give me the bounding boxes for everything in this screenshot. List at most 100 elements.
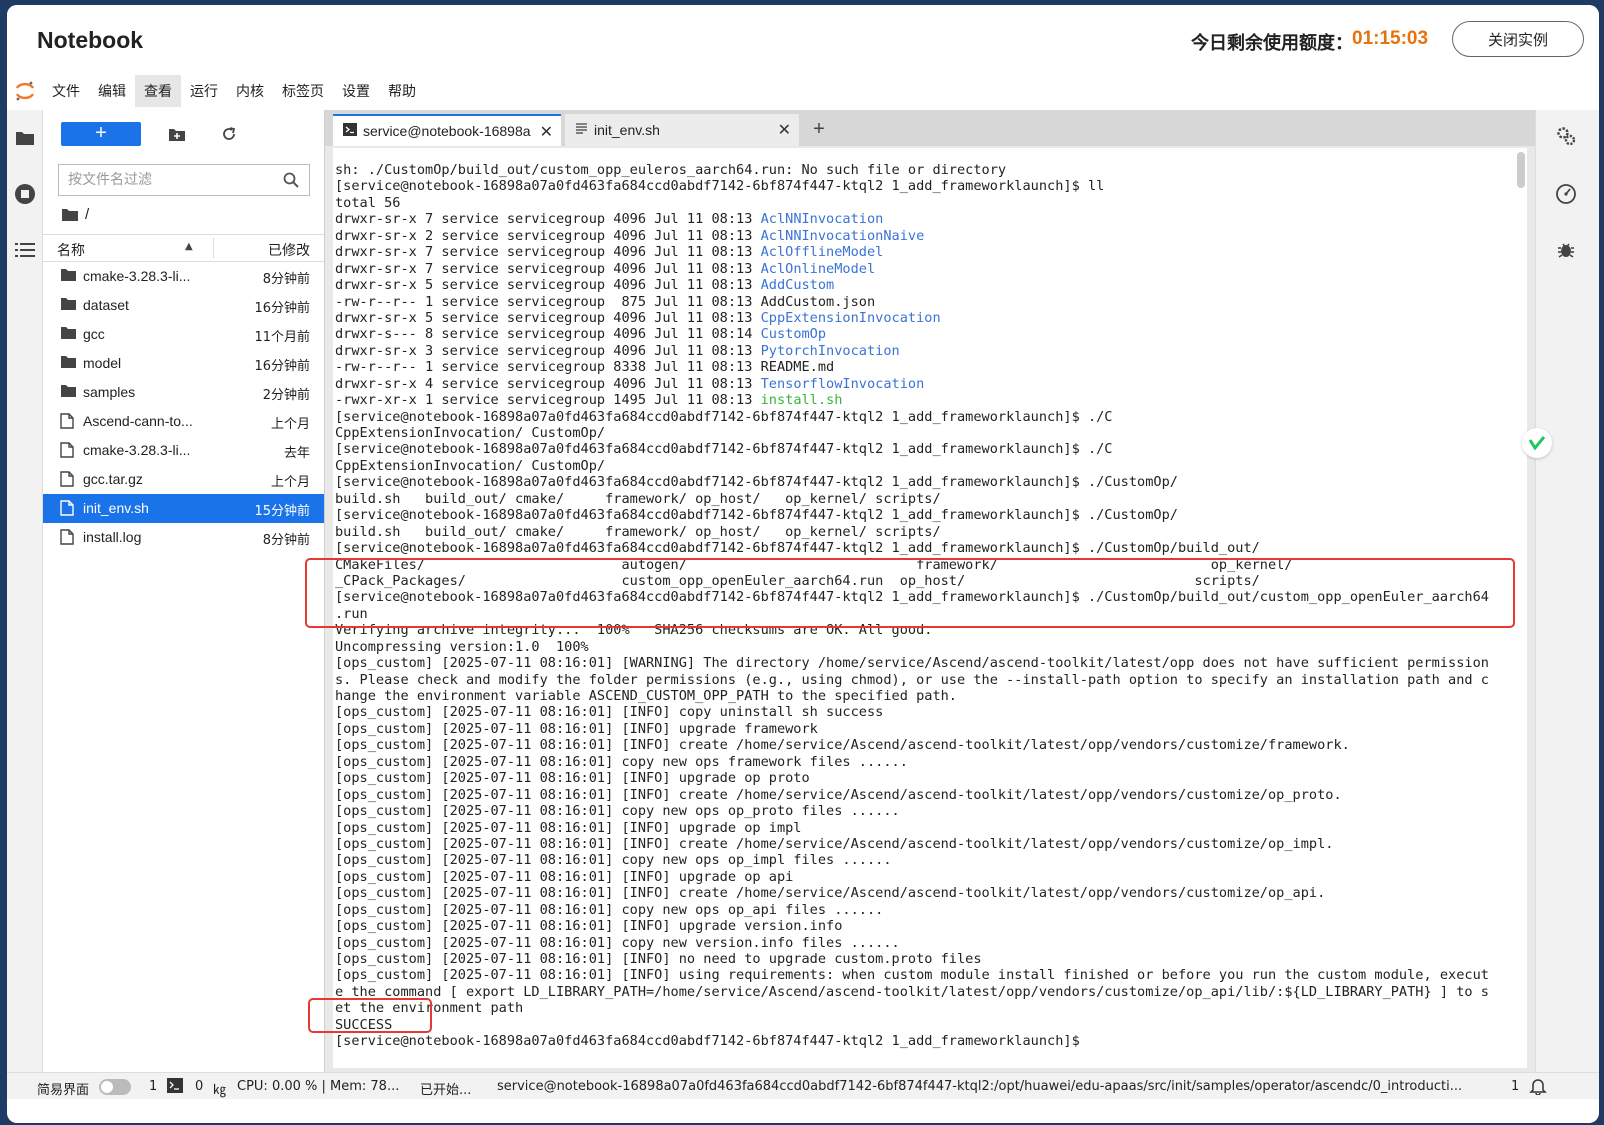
debugger-bug-icon[interactable] bbox=[1554, 238, 1578, 262]
file-icon bbox=[60, 529, 78, 545]
file-list-header: 名称 ▲ 已修改 bbox=[43, 234, 324, 262]
terminal-line: [ops_custom] [2025-07-11 08:16:01] [INFO… bbox=[335, 770, 1510, 786]
table-of-contents-icon[interactable] bbox=[13, 238, 37, 262]
folder-icon[interactable] bbox=[13, 126, 37, 150]
file-icon bbox=[60, 471, 78, 487]
status-bar: 简易界面 1 0 ㎏ CPU: 0.00 % | Mem: 78... 已开始.… bbox=[7, 1072, 1599, 1099]
terminal-line: -rw-r--r-- 1 service servicegroup 875 Ju… bbox=[335, 294, 1510, 310]
file-modified: 上个月 bbox=[270, 417, 310, 432]
terminal-text: AddCustom bbox=[760, 277, 835, 294]
terminal-line: build.sh build_out/ cmake/ framework/ op… bbox=[335, 524, 1510, 540]
new-folder-icon[interactable] bbox=[167, 124, 187, 144]
file-modified: 8分钟前 bbox=[262, 272, 310, 287]
terminal-line: total 56 bbox=[335, 195, 1510, 211]
terminal-text: [ops_custom] [2025-07-11 08:16:01] [INFO… bbox=[335, 835, 1334, 852]
terminal-text: -rw-r--r-- 1 service servicegroup 8338 J… bbox=[335, 359, 835, 376]
highlight-run-command-box bbox=[305, 558, 1515, 628]
column-divider[interactable] bbox=[213, 238, 214, 258]
terminal-line: drwxr-sr-x 5 service servicegroup 4096 J… bbox=[335, 310, 1510, 326]
terminal-text: AclOfflineModel bbox=[760, 244, 884, 261]
file-row[interactable]: gcc 11个月前 bbox=[43, 320, 324, 349]
menu-kernel[interactable]: 内核 bbox=[227, 75, 273, 107]
kernel-count[interactable]: 0 bbox=[195, 1079, 203, 1094]
filter-box bbox=[58, 164, 310, 196]
file-row[interactable]: dataset 16分钟前 bbox=[43, 291, 324, 320]
file-row[interactable]: cmake-3.28.3-li... 去年 bbox=[43, 436, 324, 465]
column-modified-header[interactable]: 已修改 bbox=[268, 240, 310, 260]
terminal-text: TensorflowInvocation bbox=[760, 375, 925, 392]
terminal-line: [service@notebook-16898a07a0fd463fa684cc… bbox=[335, 1033, 1510, 1049]
menu-file[interactable]: 文件 bbox=[43, 75, 89, 107]
close-tab-icon[interactable]: ✕ bbox=[778, 120, 791, 140]
file-row[interactable]: samples 2分钟前 bbox=[43, 378, 324, 407]
column-name-header[interactable]: 名称 bbox=[57, 240, 85, 260]
file-filter-input[interactable] bbox=[59, 165, 279, 195]
file-list: cmake-3.28.3-li... 8分钟前 dataset 16分钟前 gcc 11个… bbox=[43, 262, 324, 552]
file-name: install.log bbox=[83, 529, 142, 545]
menu-help[interactable]: 帮助 bbox=[379, 75, 425, 107]
notification-bell-icon[interactable] bbox=[1529, 1077, 1547, 1099]
terminal-text: s. Please check and modify the folder pe… bbox=[335, 671, 1489, 688]
search-icon[interactable] bbox=[283, 172, 299, 193]
terminal-text: sh: ./CustomOp/build_out/custom_opp_eule… bbox=[335, 162, 1007, 178]
file-name: model bbox=[83, 355, 122, 371]
close-instance-button[interactable]: 关闭实例 bbox=[1452, 21, 1584, 57]
file-row[interactable]: model 16分钟前 bbox=[43, 349, 324, 378]
file-modified: 2分钟前 bbox=[262, 388, 310, 403]
folder-icon bbox=[60, 326, 78, 342]
kernel-status-icon[interactable]: ㎏ bbox=[213, 1079, 226, 1098]
folder-icon bbox=[60, 355, 78, 371]
breadcrumb-path[interactable]: / bbox=[85, 206, 89, 223]
file-row[interactable]: install.log 8分钟前 bbox=[43, 523, 324, 552]
terminal-icon bbox=[343, 123, 357, 139]
breadcrumb[interactable]: / bbox=[61, 206, 89, 223]
terminal-scrollbar[interactable] bbox=[1517, 152, 1525, 188]
terminal-text: [ops_custom] [2025-07-11 08:16:01] [INFO… bbox=[335, 704, 884, 721]
terminal-line: [ops_custom] [2025-07-11 08:16:01] [INFO… bbox=[335, 787, 1510, 803]
new-launcher-button[interactable]: + bbox=[61, 122, 141, 146]
terminal-line: sh: ./CustomOp/build_out/custom_opp_eule… bbox=[335, 162, 1510, 178]
terminal-path: service@notebook-16898a07a0fd463fa684ccd… bbox=[497, 1079, 1463, 1094]
menu-tabs[interactable]: 标签页 bbox=[273, 75, 333, 107]
add-tab-button[interactable]: + bbox=[805, 116, 833, 144]
file-row[interactable]: cmake-3.28.3-li... 8分钟前 bbox=[43, 262, 324, 291]
terminal-text: [ops_custom] [2025-07-11 08:16:01] [INFO… bbox=[335, 720, 818, 737]
terminal-status-icon[interactable] bbox=[167, 1078, 183, 1097]
file-modified: 去年 bbox=[283, 446, 310, 461]
terminal-text: install.sh bbox=[760, 392, 843, 409]
file-name: samples bbox=[83, 384, 136, 400]
menu-view[interactable]: 查看 bbox=[135, 75, 181, 107]
terminal-line: [ops_custom] [2025-07-11 08:16:01] copy … bbox=[335, 754, 1510, 770]
terminal-count[interactable]: 1 bbox=[149, 1079, 157, 1094]
terminal-line: drwxr-sr-x 4 service servicegroup 4096 J… bbox=[335, 376, 1510, 392]
resource-gauge-icon[interactable] bbox=[1554, 182, 1578, 206]
terminal-line: [ops_custom] [2025-07-11 08:16:01] [WARN… bbox=[335, 655, 1510, 671]
terminal-text: drwxr-sr-x 7 service servicegroup 4096 J… bbox=[335, 244, 761, 261]
file-icon bbox=[60, 413, 78, 429]
close-tab-icon[interactable]: ✕ bbox=[540, 122, 553, 142]
jupyter-logo-icon bbox=[7, 74, 43, 108]
file-row[interactable]: gcc.tar.gz 上个月 bbox=[43, 465, 324, 494]
running-stop-icon[interactable] bbox=[13, 182, 37, 206]
tab-terminal[interactable]: service@notebook-16898a ✕ bbox=[333, 114, 561, 146]
menu-run[interactable]: 运行 bbox=[181, 75, 227, 107]
file-row[interactable]: Ascend-cann-to... 上个月 bbox=[43, 407, 324, 436]
property-inspector-gears-icon[interactable] bbox=[1554, 124, 1578, 148]
assistant-check-icon[interactable] bbox=[1522, 428, 1552, 458]
file-name: init_env.sh bbox=[83, 500, 149, 516]
tab-init-env[interactable]: init_env.sh ✕ bbox=[565, 114, 799, 146]
terminal-text: [service@notebook-16898a07a0fd463fa684cc… bbox=[335, 507, 1178, 524]
refresh-icon[interactable] bbox=[219, 124, 239, 144]
terminal-line: [ops_custom] [2025-07-11 08:16:01] [INFO… bbox=[335, 885, 1510, 901]
menu-edit[interactable]: 编辑 bbox=[89, 75, 135, 107]
line-count: 1 bbox=[1511, 1079, 1520, 1094]
folder-icon bbox=[60, 384, 78, 400]
terminal-line: hange the environment variable ASCEND_CU… bbox=[335, 688, 1510, 704]
menu-settings[interactable]: 设置 bbox=[333, 75, 379, 107]
simple-mode-toggle[interactable] bbox=[99, 1079, 131, 1095]
terminal-text: drwxr-sr-x 3 service servicegroup 4096 J… bbox=[335, 342, 761, 359]
terminal-line: [ops_custom] [2025-07-11 08:16:01] [INFO… bbox=[335, 820, 1510, 836]
file-row[interactable]: init_env.sh 15分钟前 bbox=[43, 494, 324, 523]
file-name: cmake-3.28.3-li... bbox=[83, 268, 191, 284]
left-activity-bar bbox=[7, 110, 43, 1098]
